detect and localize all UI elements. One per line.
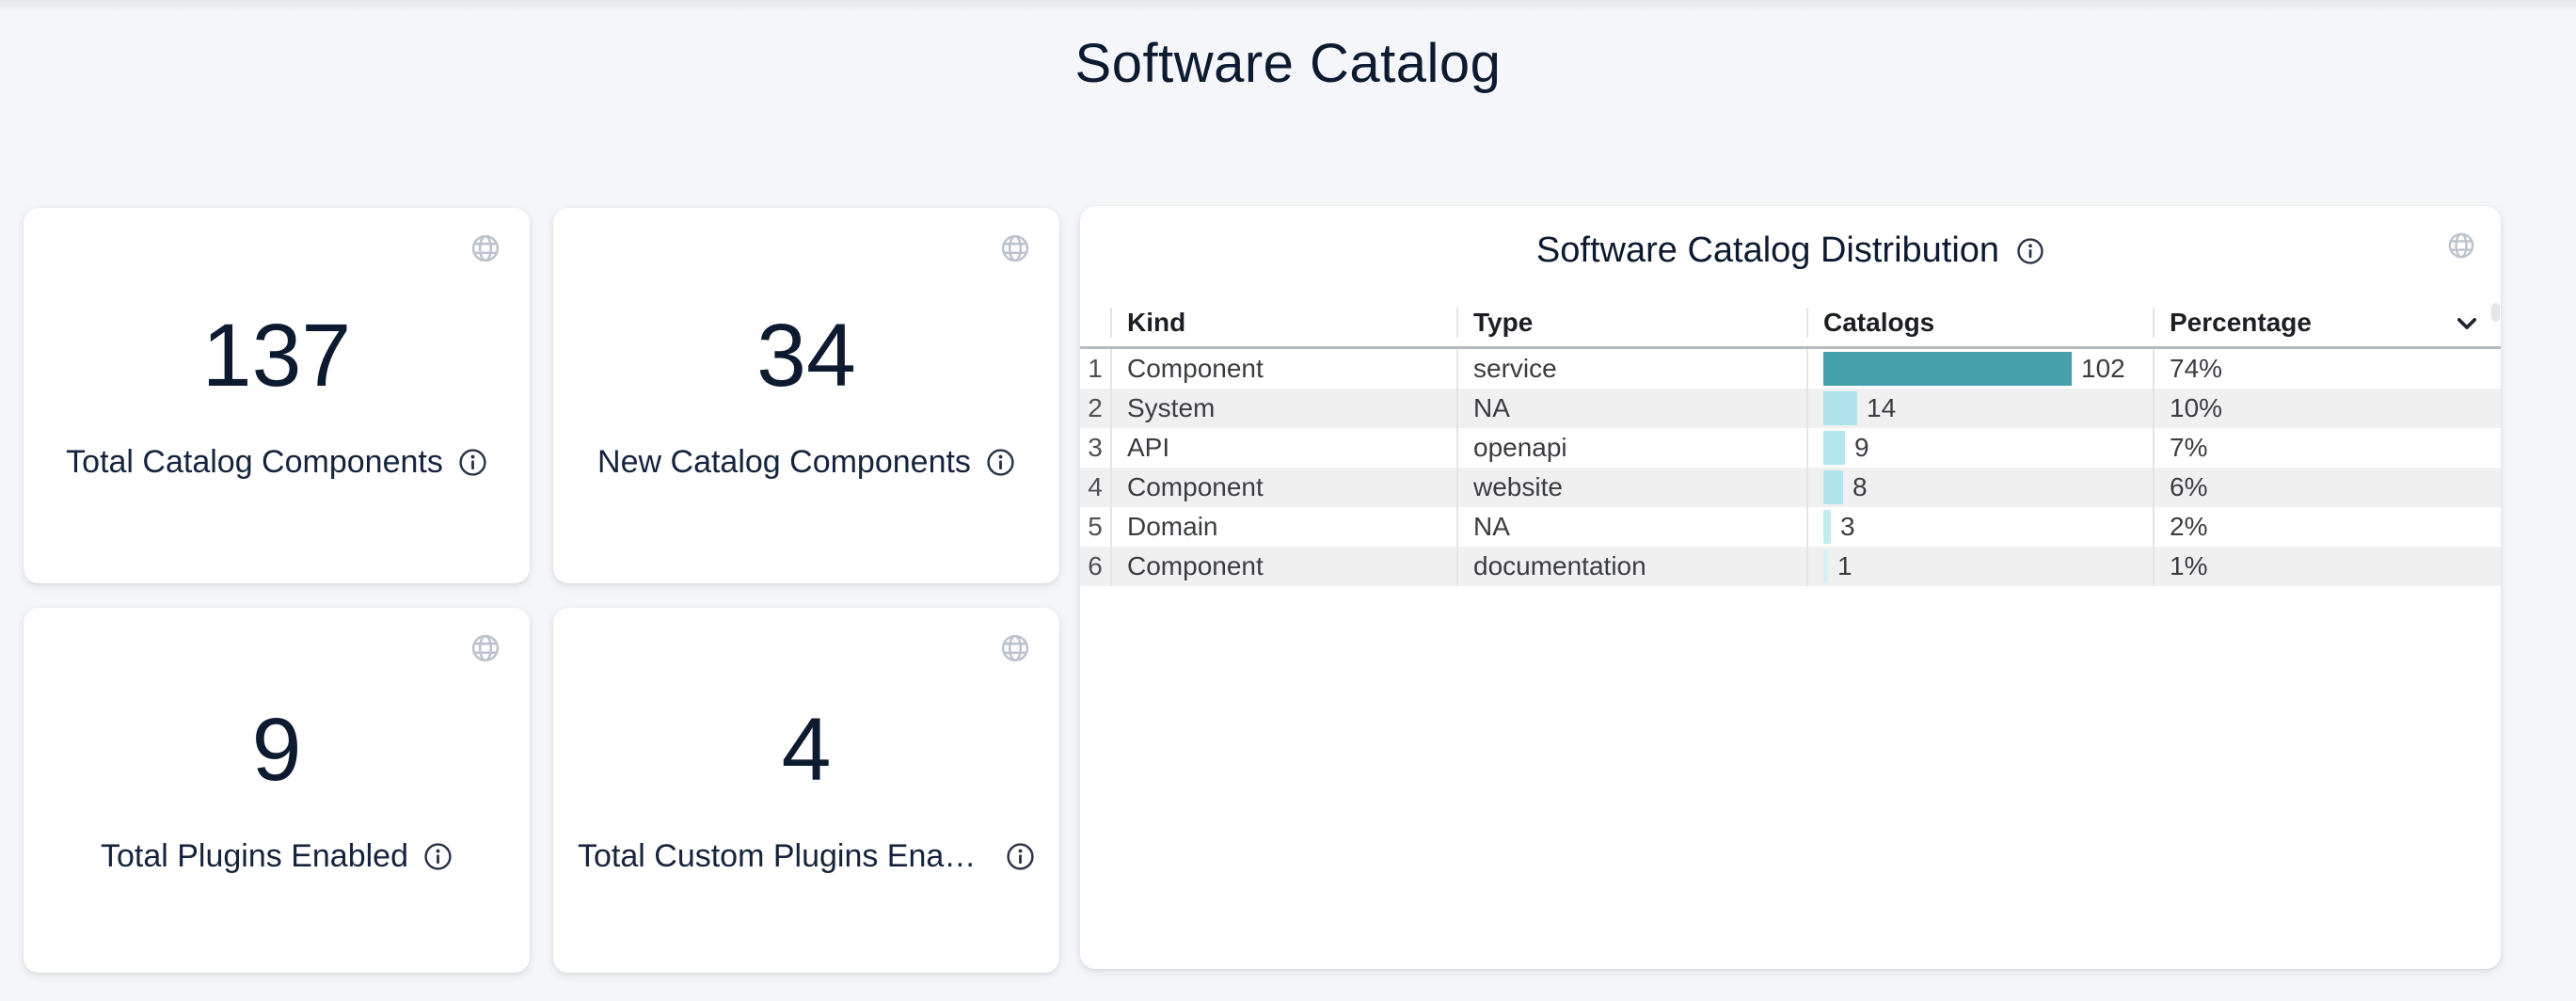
catalogs-bar bbox=[1823, 510, 1831, 544]
cell-percentage: 6% bbox=[2153, 468, 2501, 507]
catalogs-bar bbox=[1823, 549, 1828, 583]
panel-title: Software Catalog Distribution bbox=[1536, 230, 1999, 271]
catalogs-bar bbox=[1823, 431, 1845, 465]
cell-kind: API bbox=[1110, 428, 1456, 468]
cell-row-index: 3 bbox=[1080, 428, 1110, 468]
info-icon[interactable] bbox=[1006, 842, 1035, 871]
cell-row-index: 1 bbox=[1080, 349, 1110, 389]
cell-catalogs: 8 bbox=[1806, 468, 2153, 507]
catalogs-value: 3 bbox=[1840, 512, 1855, 542]
stat-value: 34 bbox=[756, 311, 856, 401]
catalogs-value: 9 bbox=[1854, 433, 1869, 463]
cell-percentage: 10% bbox=[2153, 389, 2501, 428]
info-icon[interactable] bbox=[2016, 237, 2044, 265]
cell-row-index: 2 bbox=[1080, 389, 1110, 428]
stat-value: 137 bbox=[202, 311, 352, 401]
stat-value: 9 bbox=[252, 706, 302, 795]
catalogs-value: 8 bbox=[1852, 472, 1868, 502]
table-body: 1Componentservice10274%2SystemNA1410%3AP… bbox=[1080, 349, 2501, 586]
catalogs-bar bbox=[1823, 352, 2072, 386]
stat-card-total-catalog-components: 137 Total Catalog Components bbox=[24, 208, 530, 583]
stat-card-content: 34 New Catalog Components bbox=[553, 208, 1059, 583]
catalogs-value: 1 bbox=[1837, 551, 1852, 581]
catalogs-value: 14 bbox=[1867, 393, 1896, 423]
info-icon[interactable] bbox=[458, 448, 487, 477]
cell-type: NA bbox=[1456, 389, 1806, 428]
cell-type: website bbox=[1456, 468, 1806, 507]
cell-kind: Component bbox=[1110, 547, 1456, 586]
software-catalog-distribution-panel: Software Catalog Distribution Kind Type … bbox=[1080, 206, 2501, 969]
top-edge-shadow bbox=[0, 0, 2576, 13]
catalogs-bar bbox=[1823, 391, 1857, 425]
cell-type: service bbox=[1456, 349, 1806, 389]
cell-type: NA bbox=[1456, 507, 1806, 547]
cell-catalogs: 1 bbox=[1806, 547, 2153, 586]
table-row: 5DomainNA 3 2% bbox=[1080, 507, 2501, 547]
cell-catalogs: 102 bbox=[1806, 349, 2153, 389]
distribution-table: Kind Type Catalogs Percentage 1Component… bbox=[1080, 299, 2501, 586]
table-row: 6Componentdocumentation 1 1% bbox=[1080, 547, 2501, 586]
cell-row-index: 4 bbox=[1080, 468, 1110, 507]
stat-card-total-plugins-enabled: 9 Total Plugins Enabled bbox=[24, 608, 530, 973]
stat-label: Total Custom Plugins Enabl... bbox=[578, 838, 991, 875]
table-row: 1Componentservice 102 74% bbox=[1080, 349, 2501, 389]
cell-catalogs: 3 bbox=[1806, 507, 2153, 547]
stat-label-row: Total Catalog Components bbox=[66, 444, 487, 481]
cell-catalogs: 14 bbox=[1806, 389, 2153, 428]
table-scrollbar-thumb[interactable] bbox=[2491, 303, 2500, 322]
cell-type: openapi bbox=[1456, 428, 1806, 468]
catalogs-value: 102 bbox=[2081, 354, 2125, 384]
stat-card-new-catalog-components: 34 New Catalog Components bbox=[553, 208, 1059, 583]
stat-label: Total Plugins Enabled bbox=[101, 838, 408, 875]
cell-percentage: 7% bbox=[2153, 428, 2501, 468]
cell-row-index: 6 bbox=[1080, 547, 1110, 586]
info-icon[interactable] bbox=[986, 448, 1015, 477]
table-row: 2SystemNA 14 10% bbox=[1080, 389, 2501, 428]
cell-percentage: 2% bbox=[2153, 507, 2501, 547]
stat-label: Total Catalog Components bbox=[66, 444, 443, 481]
stat-card-content: 137 Total Catalog Components bbox=[24, 208, 530, 583]
cell-type: documentation bbox=[1456, 547, 1806, 586]
info-icon[interactable] bbox=[423, 842, 453, 871]
table-row: 4Componentwebsite 8 6% bbox=[1080, 468, 2501, 507]
column-header-percentage[interactable]: Percentage bbox=[2153, 308, 2501, 338]
column-header-kind[interactable]: Kind bbox=[1110, 308, 1456, 338]
cell-row-index: 5 bbox=[1080, 507, 1110, 547]
stat-card-total-custom-plugins-enabled: 4 Total Custom Plugins Enabl... bbox=[553, 608, 1059, 973]
cell-kind: Component bbox=[1110, 349, 1456, 389]
cell-kind: Component bbox=[1110, 468, 1456, 507]
table-header-row: Kind Type Catalogs Percentage bbox=[1080, 299, 2501, 349]
stat-card-content: 9 Total Plugins Enabled bbox=[24, 608, 530, 973]
column-header-catalogs[interactable]: Catalogs bbox=[1806, 308, 2153, 338]
stat-card-content: 4 Total Custom Plugins Enabl... bbox=[553, 608, 1059, 973]
stat-label-row: Total Custom Plugins Enabl... bbox=[578, 838, 1035, 875]
stat-label-row: New Catalog Components bbox=[597, 444, 1015, 481]
chevron-down-icon[interactable] bbox=[2454, 310, 2480, 337]
cell-kind: System bbox=[1110, 389, 1456, 428]
stat-value: 4 bbox=[782, 706, 832, 795]
catalogs-bar bbox=[1823, 470, 1843, 504]
page-title: Software Catalog bbox=[0, 32, 2576, 95]
stat-label-row: Total Plugins Enabled bbox=[101, 838, 453, 875]
table-row: 3APIopenapi 9 7% bbox=[1080, 428, 2501, 468]
stat-label: New Catalog Components bbox=[597, 444, 971, 481]
panel-title-row: Software Catalog Distribution bbox=[1080, 230, 2501, 271]
cell-percentage: 1% bbox=[2153, 547, 2501, 586]
cell-catalogs: 9 bbox=[1806, 428, 2153, 468]
cell-percentage: 74% bbox=[2153, 349, 2501, 389]
cell-kind: Domain bbox=[1110, 507, 1456, 547]
column-header-type[interactable]: Type bbox=[1456, 308, 1806, 338]
